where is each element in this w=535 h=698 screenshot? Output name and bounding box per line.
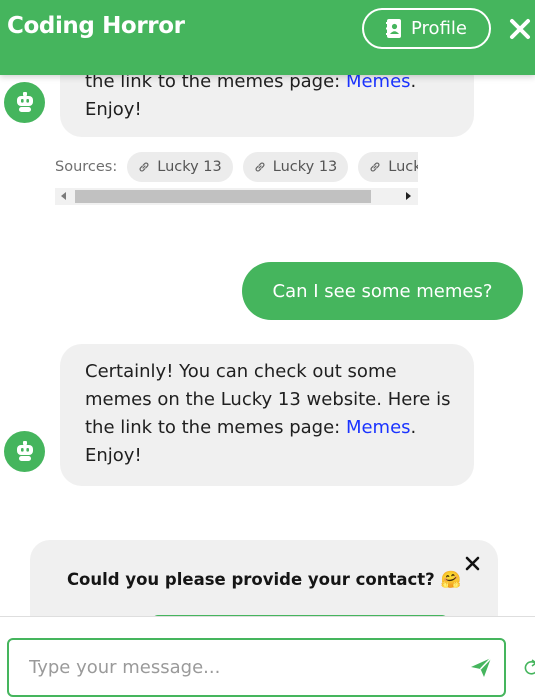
user-message: Can I see some memes?: [242, 262, 523, 320]
sources-scrollbar[interactable]: [55, 188, 418, 205]
source-chip-label: Lucky 13: [157, 159, 222, 175]
refresh-icon[interactable]: [524, 659, 535, 677]
link-icon: [370, 162, 380, 172]
robot-icon: [16, 440, 33, 461]
link-icon: [255, 162, 265, 172]
message-text: the link to the memes page:: [85, 417, 346, 438]
contact-book-icon: [386, 19, 402, 38]
message-text: memes on the Lucky 13 website. Here is: [85, 389, 451, 410]
contact-prompt-text: Could you please provide your contact? 🤗: [66, 570, 462, 589]
sources-row: Sources: Lucky 13 Lucky 13 Lucky 13: [55, 151, 418, 183]
send-icon[interactable]: [470, 656, 492, 678]
close-icon[interactable]: [465, 556, 480, 571]
chat-header: Coding Horror Profile: [0, 0, 535, 75]
scrollbar-thumb[interactable]: [75, 190, 371, 203]
source-chip[interactable]: Lucky 13: [242, 152, 349, 182]
link-icon: [139, 162, 149, 172]
message-text: Can I see some memes?: [272, 280, 493, 302]
scroll-left-arrow[interactable]: [61, 192, 66, 200]
sources-bar: Sources: Lucky 13 Lucky 13 Lucky 13: [55, 151, 418, 209]
source-chip-label: Lucky 13: [272, 159, 338, 175]
close-icon[interactable]: [509, 18, 531, 40]
message-input[interactable]: [29, 640, 449, 695]
bot-message: Certainly! You can check out some memes …: [60, 344, 474, 486]
app-title: Coding Horror: [7, 13, 185, 39]
source-chip-label: Lucky 13: [388, 159, 418, 175]
message-input-box: [7, 638, 506, 697]
composer: [0, 616, 535, 698]
profile-button[interactable]: Profile: [362, 8, 491, 49]
sources-label: Sources:: [55, 159, 118, 175]
chat-window: the link to the memes page: Memes. Enjoy…: [0, 0, 535, 698]
message-text: .: [410, 417, 417, 438]
profile-label: Profile: [411, 18, 467, 39]
scroll-right-arrow[interactable]: [406, 192, 411, 200]
source-chip[interactable]: Lucky 13: [127, 152, 233, 182]
robot-icon: [16, 91, 33, 112]
message-text: Enjoy!: [85, 445, 142, 466]
message-text: Certainly! You can check out some: [85, 361, 397, 382]
bot-avatar: [4, 431, 45, 472]
message-text: Enjoy!: [85, 99, 142, 120]
memes-link[interactable]: Memes: [346, 417, 411, 438]
bot-avatar: [4, 82, 45, 123]
source-chip[interactable]: Lucky 13: [358, 152, 418, 182]
